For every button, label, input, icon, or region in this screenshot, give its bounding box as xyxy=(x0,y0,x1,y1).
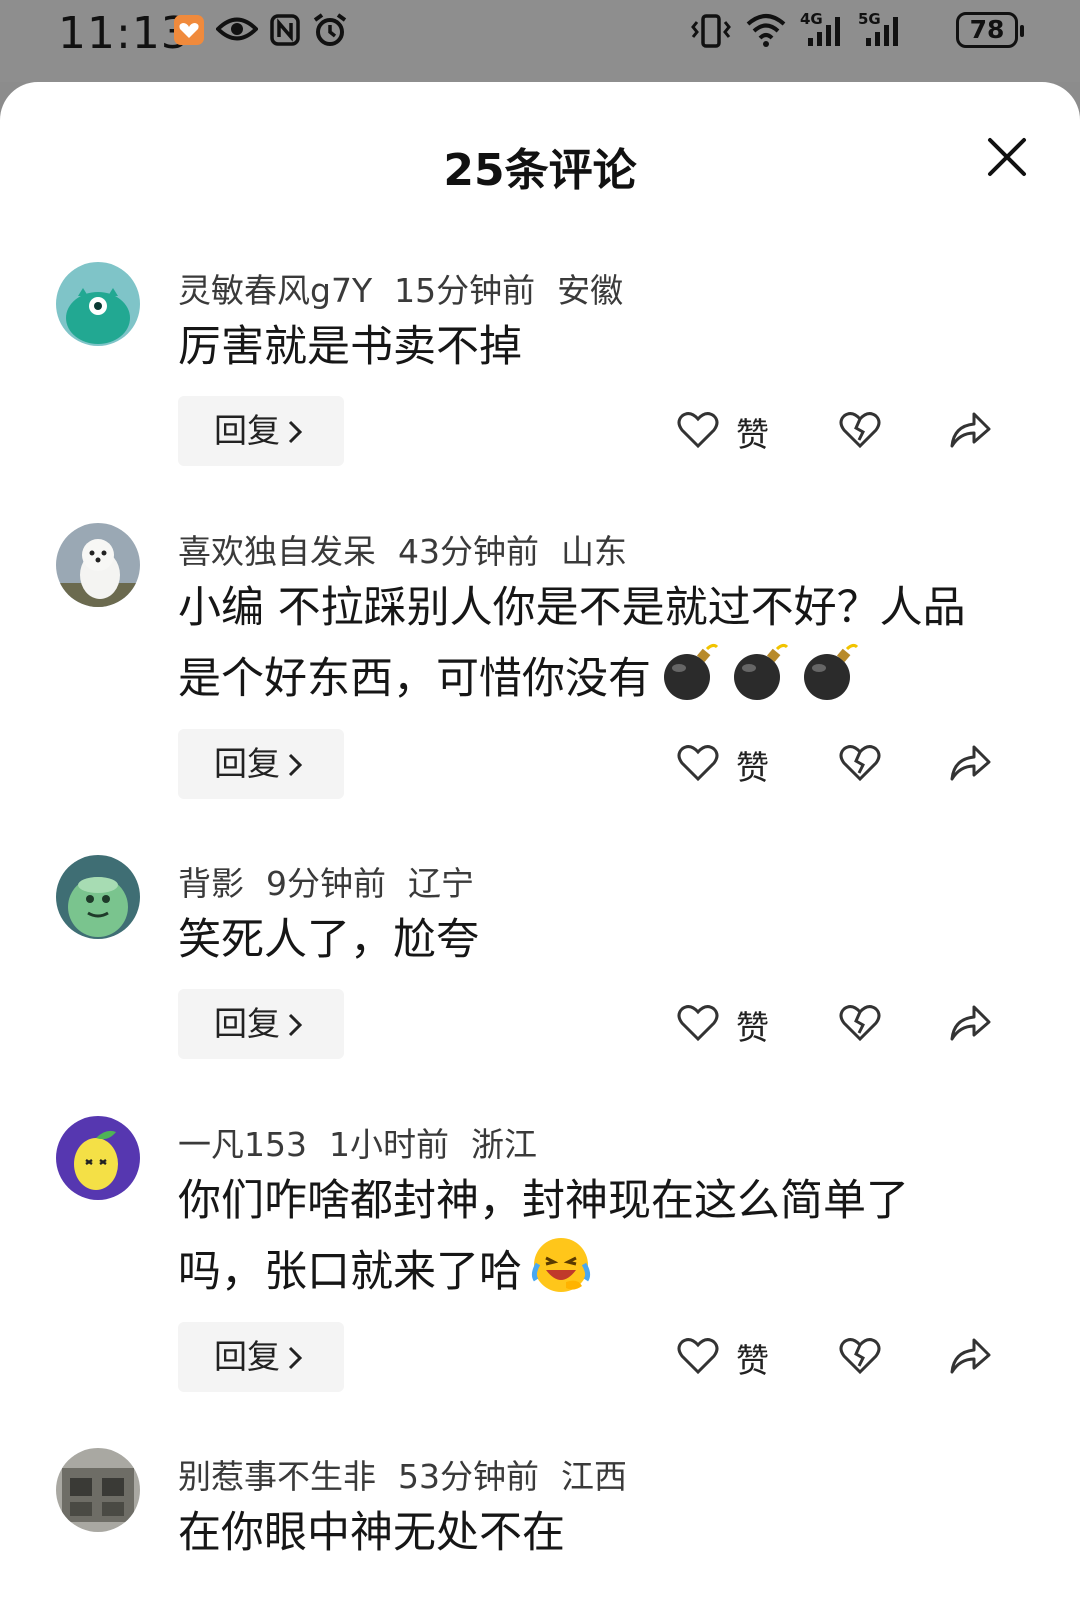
comment-meta: 背影 9分钟前 辽宁 xyxy=(178,857,496,905)
share-arrow-icon[interactable] xyxy=(948,1001,992,1043)
wifi-icon xyxy=(746,14,786,47)
bomb-emoji-icon xyxy=(804,643,859,700)
comment-location: 山东 xyxy=(561,532,627,571)
reply-button[interactable]: 回复 xyxy=(178,989,344,1059)
comment-time: 15分钟前 xyxy=(394,271,536,310)
like-heart-icon[interactable] xyxy=(676,1003,720,1043)
app-notification-icon xyxy=(174,15,204,45)
comment-item: 一凡153 1小时前 浙江 你们咋啥都封神，封神现在这么简单了吗，张口就来了哈 回复… xyxy=(0,1116,1080,1416)
dislike-broken-heart-icon[interactable] xyxy=(838,743,882,783)
username[interactable]: 喜欢独自发呆 xyxy=(178,532,376,571)
avatar[interactable] xyxy=(56,523,140,607)
status-bar: 11:13 4G 5G 78 xyxy=(0,0,1080,82)
comment-item: 别惹事不生非 53分钟前 江西 在你眼中神无处不在 xyxy=(0,1448,1080,1614)
like-label[interactable]: 赞 xyxy=(736,408,769,456)
avatar[interactable] xyxy=(56,1448,140,1532)
reply-button[interactable]: 回复 xyxy=(178,1322,344,1392)
comment-location: 安徽 xyxy=(557,271,624,310)
close-icon[interactable] xyxy=(984,134,1030,180)
chevron-right-icon xyxy=(288,1346,302,1370)
comment-text: 笑死人了，尬夸 xyxy=(178,915,479,965)
avatar[interactable] xyxy=(56,262,140,346)
laughing-crying-emoji-icon xyxy=(531,1238,591,1292)
eye-icon xyxy=(216,17,258,41)
battery-indicator: 78 xyxy=(956,12,1024,48)
signal-4g-icon: 4G xyxy=(800,10,850,50)
comment-text: 你们咋啥都封神，封神现在这么简单了吗，张口就来了哈 xyxy=(178,1168,988,1305)
dislike-broken-heart-icon[interactable] xyxy=(838,1003,882,1043)
status-time: 11:13 xyxy=(58,8,190,59)
username[interactable]: 别惹事不生非 xyxy=(178,1457,376,1496)
dislike-broken-heart-icon[interactable] xyxy=(838,410,882,450)
comment-text: 小编 不拉踩别人你是不是就过不好？人品是个好东西，可惜你没有 xyxy=(178,575,1008,712)
comment-meta: 一凡153 1小时前 浙江 xyxy=(178,1118,559,1166)
comment-text: 厉害就是书卖不掉 xyxy=(178,322,522,372)
avatar[interactable] xyxy=(56,855,140,939)
share-arrow-icon[interactable] xyxy=(948,408,992,450)
username[interactable]: 一凡153 xyxy=(178,1125,307,1164)
dislike-broken-heart-icon[interactable] xyxy=(838,1336,882,1376)
like-heart-icon[interactable] xyxy=(676,743,720,783)
comment-location: 江西 xyxy=(561,1457,627,1496)
nfc-icon xyxy=(270,14,300,46)
comment-meta: 别惹事不生非 53分钟前 江西 xyxy=(178,1450,649,1498)
reply-label: 回复 xyxy=(214,1337,280,1376)
comment-meta: 喜欢独自发呆 43分钟前 山东 xyxy=(178,525,649,573)
comment-item: 背影 9分钟前 辽宁 笑死人了，尬夸 回复 赞 xyxy=(0,855,1080,1085)
like-heart-icon[interactable] xyxy=(676,1336,720,1376)
vibrate-icon xyxy=(691,14,731,48)
comment-meta: 灵敏春风g7Y 15分钟前 安徽 xyxy=(178,264,645,312)
comment-time: 53分钟前 xyxy=(398,1457,539,1496)
comment-location: 浙江 xyxy=(471,1125,537,1164)
reply-label: 回复 xyxy=(214,411,280,450)
comment-time: 1小时前 xyxy=(329,1125,449,1164)
username[interactable]: 背影 xyxy=(178,864,244,903)
reply-button[interactable]: 回复 xyxy=(178,396,344,466)
alarm-icon xyxy=(313,13,347,46)
reply-label: 回复 xyxy=(214,744,280,783)
signal-5g-icon: 5G xyxy=(858,10,908,50)
share-arrow-icon[interactable] xyxy=(948,741,992,783)
comment-time: 43分钟前 xyxy=(398,532,539,571)
chevron-right-icon xyxy=(288,753,302,777)
sheet-title: 25条评论 xyxy=(443,145,637,196)
share-arrow-icon[interactable] xyxy=(948,1334,992,1376)
like-label[interactable]: 赞 xyxy=(736,1001,769,1049)
comment-item: 灵敏春风g7Y 15分钟前 安徽 厉害就是书卖不掉 回复 赞 xyxy=(0,262,1080,492)
avatar[interactable] xyxy=(56,1116,140,1200)
chevron-right-icon xyxy=(288,1013,302,1037)
comment-text: 在你眼中神无处不在 xyxy=(178,1508,565,1558)
chevron-right-icon xyxy=(288,420,302,444)
comment-location: 辽宁 xyxy=(408,864,474,903)
reply-button[interactable]: 回复 xyxy=(178,729,344,799)
like-heart-icon[interactable] xyxy=(676,410,720,450)
like-label[interactable]: 赞 xyxy=(736,741,769,789)
comment-time: 9分钟前 xyxy=(266,864,386,903)
reply-label: 回复 xyxy=(214,1004,280,1043)
like-label[interactable]: 赞 xyxy=(736,1334,769,1382)
bomb-emoji-icon xyxy=(734,643,789,700)
comment-item: 喜欢独自发呆 43分钟前 山东 小编 不拉踩别人你是不是就过不好？人品是个好东西，可… xyxy=(0,523,1080,823)
username[interactable]: 灵敏春风g7Y xyxy=(178,271,372,310)
comments-sheet: 25条评论 灵敏春风g7Y 15分钟前 安徽 厉害就是书卖不掉 回复 赞 喜欢独… xyxy=(0,82,1080,1614)
bomb-emoji-icon xyxy=(664,643,719,700)
